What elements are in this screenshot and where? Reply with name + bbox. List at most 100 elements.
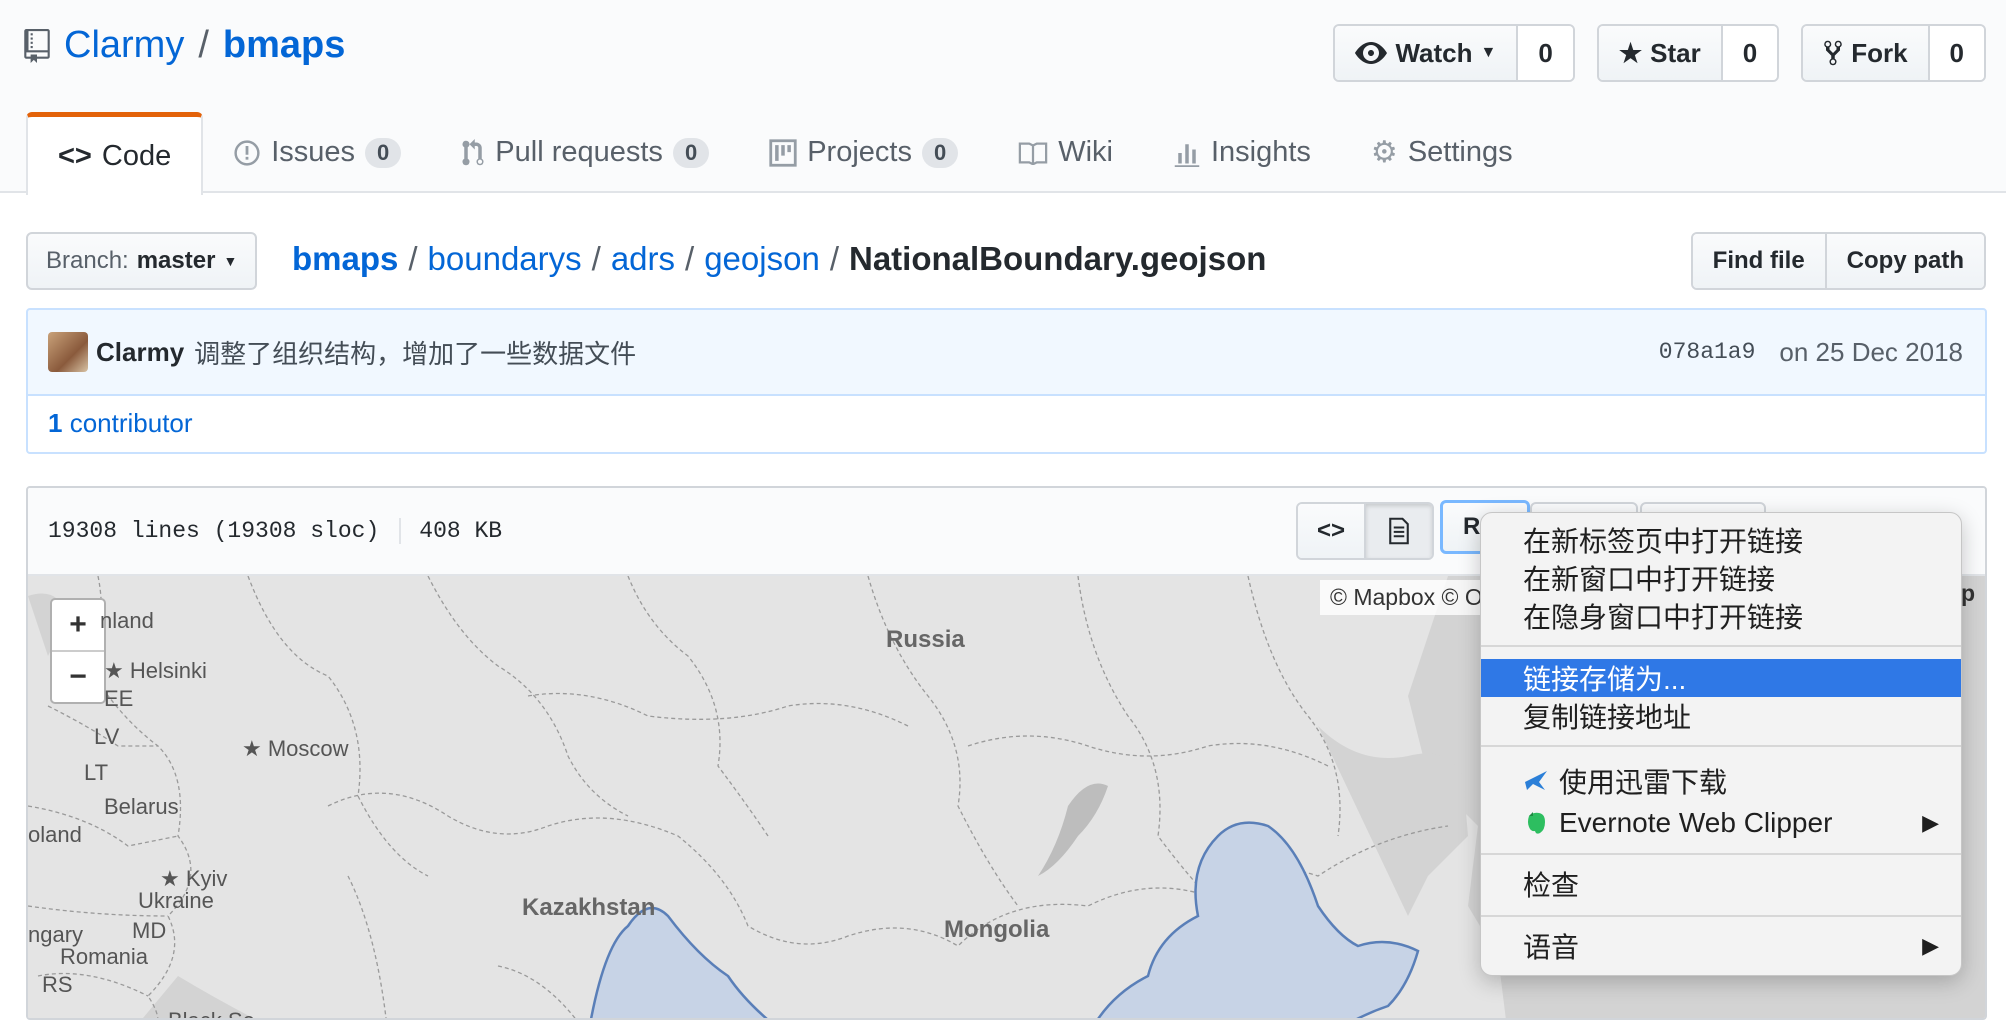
commit-sha-link[interactable]: 078a1a9 — [1659, 339, 1756, 365]
file-size: 408 KB — [419, 518, 503, 544]
project-icon — [769, 138, 797, 167]
menu-item-label: 在隐身窗口中打开链接 — [1523, 602, 1804, 633]
repo-actions: Watch ▼ 0 ★ Star 0 Fork 0 — [1333, 24, 1986, 82]
tab-settings[interactable]: ⚙ Settings — [1341, 112, 1543, 193]
commit-author-link[interactable]: Clarmy — [96, 337, 184, 368]
zoom-in-button[interactable]: + — [52, 600, 104, 650]
map-label: Black Se — [168, 1008, 255, 1018]
menu-divider — [1481, 745, 1961, 747]
menu-item-thunder-download[interactable]: 使用迅雷下载 — [1481, 761, 1961, 801]
map-label: Mongolia — [944, 916, 1050, 943]
fork-label: Fork — [1851, 37, 1908, 68]
branch-name: master — [136, 247, 216, 274]
tab-pull-requests[interactable]: Pull requests 0 — [431, 112, 739, 193]
zoom-out-button[interactable]: − — [52, 650, 104, 702]
issues-counter: 0 — [365, 137, 402, 168]
menu-item-label: Evernote Web Clipper — [1559, 807, 1833, 838]
rich-view-button[interactable] — [1364, 504, 1432, 558]
map-label: Moscow — [267, 736, 349, 761]
commit-meta: 078a1a9 on 25 Dec 2018 — [1659, 337, 1963, 368]
menu-item-open-new-window[interactable]: 在新窗口中打开链接 — [1481, 559, 1961, 597]
menu-item-open-incognito[interactable]: 在隐身窗口中打开链接 — [1481, 597, 1961, 635]
file-icon — [1389, 517, 1409, 545]
watch-count[interactable]: 0 — [1516, 26, 1573, 80]
breadcrumb-geojson-link[interactable]: geojson — [704, 240, 820, 278]
avatar[interactable] — [48, 332, 88, 372]
view-toggle: <> — [1296, 502, 1434, 560]
branch-prefix: Branch: — [46, 247, 129, 274]
chevron-down-icon: ▼ — [1480, 44, 1497, 61]
tab-issues[interactable]: Issues 0 — [203, 112, 431, 193]
menu-item-inspect[interactable]: 检查 — [1481, 865, 1961, 903]
menu-item-label: 链接存储为... — [1523, 664, 1687, 695]
tab-projects-label: Projects — [807, 136, 912, 168]
map-label: Helsinki — [129, 658, 207, 683]
map-label: LT — [84, 760, 109, 785]
breadcrumb-separator: / — [685, 240, 695, 277]
menu-item-speech[interactable]: 语音 ▶ — [1481, 927, 1961, 965]
watch-group: Watch ▼ 0 — [1333, 24, 1575, 82]
menu-item-evernote-web-clipper[interactable]: Evernote Web Clipper ▶ — [1481, 803, 1961, 843]
watch-label: Watch — [1395, 37, 1473, 68]
breadcrumb-boundarys-link[interactable]: boundarys — [428, 240, 582, 278]
tab-wiki[interactable]: Wiki — [988, 112, 1143, 193]
fork-count[interactable]: 0 — [1927, 26, 1984, 80]
watch-button[interactable]: Watch ▼ — [1335, 26, 1517, 80]
repo-owner-link[interactable]: Clarmy — [64, 24, 184, 67]
map-label: LV — [94, 724, 120, 749]
map-label: ★ Helsinki — [104, 658, 207, 683]
map-label: MD — [132, 918, 167, 943]
contributors-count: 1 — [48, 407, 63, 438]
find-file-button[interactable]: Find file — [1692, 234, 1825, 288]
menu-item-save-link-as[interactable]: 链接存储为... — [1481, 659, 1961, 697]
copy-path-button[interactable]: Copy path — [1824, 234, 1984, 288]
star-button[interactable]: ★ Star — [1598, 26, 1721, 80]
menu-divider — [1481, 915, 1961, 917]
tab-insights-label: Insights — [1210, 136, 1311, 168]
fork-icon — [1824, 40, 1842, 66]
tab-settings-label: Settings — [1407, 136, 1513, 168]
breadcrumb-separator: / — [829, 240, 839, 277]
breadcrumb-repo-link[interactable]: bmaps — [292, 240, 398, 278]
menu-item-label: 复制链接地址 — [1523, 702, 1692, 733]
map-label: Romania — [60, 944, 149, 969]
map-label: Russia — [886, 626, 965, 653]
chevron-down-icon: ▼ — [223, 253, 238, 269]
contributors-link[interactable]: 1 contributor — [48, 408, 193, 439]
contributors-bar[interactable]: 1 contributor — [26, 394, 1987, 454]
pull-request-icon — [462, 138, 484, 165]
gear-icon: ⚙ — [1370, 136, 1398, 169]
repo-name-link[interactable]: bmaps — [223, 24, 345, 67]
submenu-arrow-icon: ▶ — [1922, 933, 1939, 958]
tab-insights[interactable]: Insights — [1143, 112, 1341, 193]
commit-date: on 25 Dec 2018 — [1779, 336, 1963, 367]
star-group: ★ Star 0 — [1596, 24, 1780, 82]
menu-item-copy-link-address[interactable]: 复制链接地址 — [1481, 697, 1961, 735]
menu-item-label: 使用迅雷下载 — [1559, 767, 1728, 798]
fork-button[interactable]: Fork — [1803, 26, 1928, 80]
tab-projects[interactable]: Projects 0 — [739, 112, 988, 193]
star-count[interactable]: 0 — [1720, 26, 1778, 80]
evernote-icon — [1528, 812, 1545, 834]
map-label: oland — [28, 822, 82, 847]
map-attribution-right[interactable]: p — [1961, 580, 1975, 607]
tab-wiki-label: Wiki — [1058, 136, 1113, 168]
map-attribution[interactable]: © Mapbox © O — [1320, 580, 1493, 615]
menu-item-label: 检查 — [1523, 870, 1580, 901]
thunder-bird-icon — [1525, 771, 1547, 790]
commit-message-link[interactable]: 调整了组织结构，增加了一些数据文件 — [194, 334, 636, 371]
fork-group: Fork 0 — [1801, 24, 1986, 82]
map-label: Ukraine — [138, 888, 214, 913]
map-label: Belarus — [104, 794, 179, 819]
book-icon — [1018, 142, 1048, 165]
menu-item-open-new-tab[interactable]: 在新标签页中打开链接 — [1481, 521, 1961, 559]
branch-selector[interactable]: Branch: master ▼ — [26, 232, 258, 290]
source-view-button[interactable]: <> — [1298, 504, 1364, 558]
breadcrumb-adrs-link[interactable]: adrs — [611, 240, 675, 278]
menu-divider — [1481, 853, 1961, 855]
map-label: EE — [104, 686, 134, 711]
menu-item-label: 在新窗口中打开链接 — [1523, 564, 1776, 595]
tab-code[interactable]: <> Code — [26, 112, 204, 195]
graph-icon — [1174, 143, 1200, 167]
contributors-label: contributor — [69, 407, 193, 438]
